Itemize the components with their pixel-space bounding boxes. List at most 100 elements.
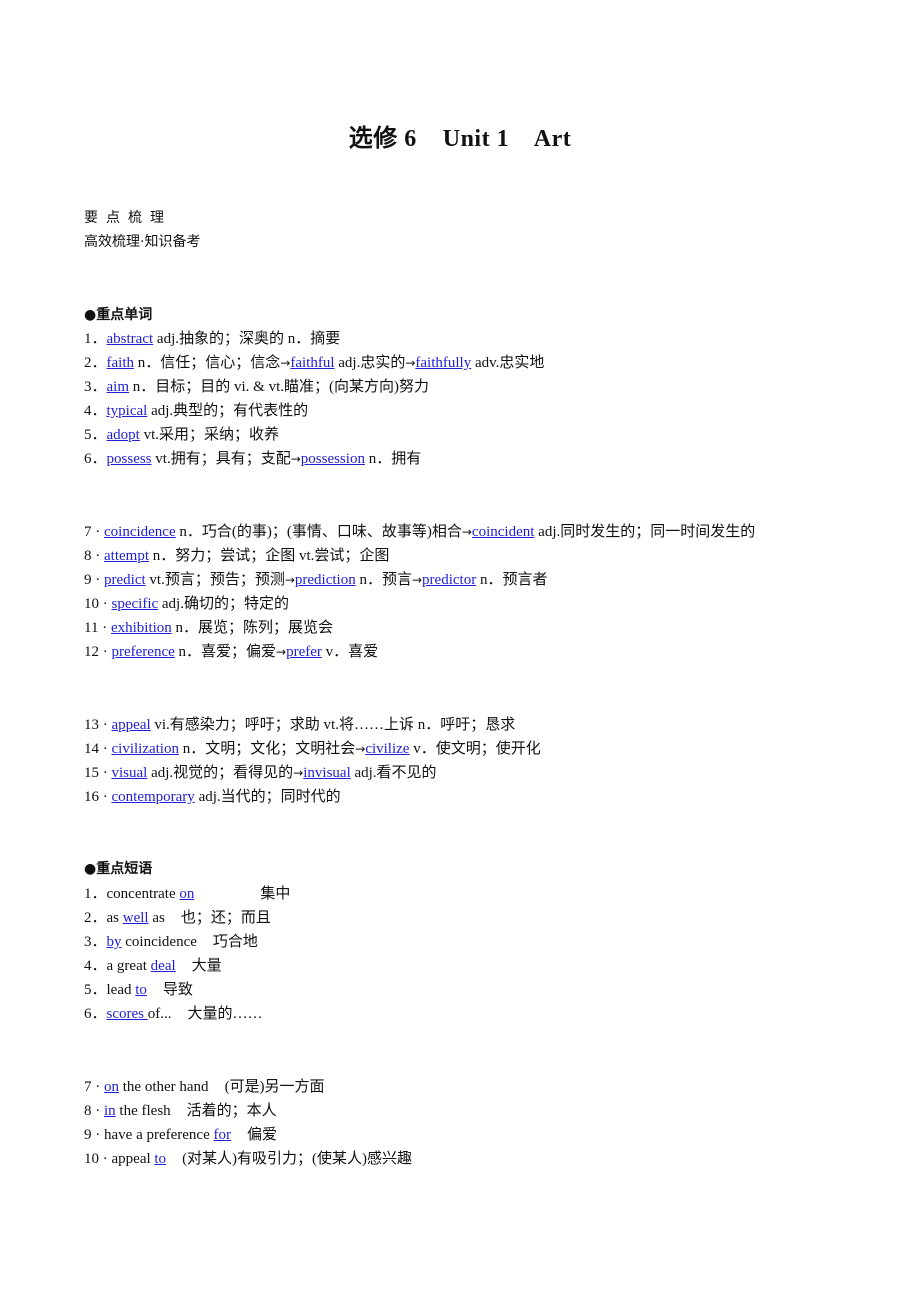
derived-word-link[interactable]: predictor [422, 572, 476, 588]
phrase-text: of... [147, 1006, 172, 1022]
phrase-blank-link[interactable]: to [135, 982, 147, 998]
phrase-meaning: 导致 [162, 982, 193, 998]
derived-word-definition: v．喜爱 [321, 644, 379, 660]
word-link[interactable]: typical [107, 403, 148, 419]
word-definition: n．巧合(的事)；(事情、口味、故事等)相合 [175, 524, 462, 540]
word-definition: n．展览；陈列；展览会 [171, 620, 334, 636]
entry-number: 7 · [84, 524, 104, 540]
phrase-entry: 1．concentrate on 集中 [84, 882, 290, 906]
subheading-left: 高效梳理 [84, 234, 140, 250]
phrase-entry: 7 · on the other hand (可是)另一方面 [84, 1075, 325, 1099]
section-subheading: 高效梳理·知识备考 [84, 230, 200, 254]
word-link[interactable]: possess [107, 451, 152, 467]
phrase-meaning: 活着的；本人 [186, 1103, 277, 1119]
entry-number: 16 · [84, 789, 112, 805]
phrase-text: the other hand [119, 1079, 209, 1095]
arrow-icon: → [276, 645, 287, 659]
phrase-entry: 9 · have a preference for 偏爱 [84, 1123, 277, 1147]
word-definition: adj.确切的；特定的 [158, 596, 289, 612]
phrase-entry: 2．as well as 也；还；而且 [84, 906, 271, 930]
word-link[interactable]: exhibition [111, 620, 172, 636]
word-entry: 14 · civilization n．文明；文化；文明社会→civilize … [84, 737, 541, 761]
page-title: 选修 6 Unit 1 Art [348, 126, 572, 152]
word-definition: n．喜爱；偏爱 [174, 644, 277, 660]
derived-word-link[interactable]: possession [301, 451, 365, 467]
derived-word-link[interactable]: coincident [472, 524, 534, 540]
word-entry: 11 · exhibition n．展览；陈列；展览会 [84, 616, 333, 640]
entry-number: 7 · [84, 1079, 104, 1095]
phrase-entry: 6．scores of... 大量的…… [84, 1002, 263, 1026]
phrase-blank-link[interactable]: on [179, 886, 194, 902]
derived-word-link[interactable]: faithful [290, 355, 334, 371]
derived-word-link[interactable]: prediction [295, 572, 356, 588]
phrase-meaning: (可是)另一方面 [224, 1079, 325, 1095]
word-link[interactable]: appeal [112, 717, 151, 733]
phrase-blank-link[interactable]: in [104, 1103, 116, 1119]
word-entry: 7 · coincidence n．巧合(的事)；(事情、口味、故事等)相合→c… [84, 520, 755, 544]
phrase-blank-link[interactable]: by [107, 934, 122, 950]
word-link[interactable]: adopt [107, 427, 140, 443]
phrase-meaning: (对某人)有吸引力；(使某人)感兴趣 [182, 1151, 413, 1167]
word-definition: adj.视觉的；看得见的 [147, 765, 294, 781]
word-link[interactable]: aim [107, 379, 130, 395]
entry-number: 3． [84, 934, 107, 950]
word-link[interactable]: faith [107, 355, 135, 371]
word-link[interactable]: specific [112, 596, 159, 612]
arrow-icon: → [290, 452, 301, 466]
phrase-blank-link[interactable]: scores [107, 1006, 148, 1022]
entry-number: 6． [84, 1006, 107, 1022]
phrase-meaning: 集中 [260, 886, 291, 902]
phrase-blank-link[interactable]: to [154, 1151, 166, 1167]
phrase-text: as [148, 910, 165, 926]
derived-word-link[interactable]: invisual [303, 765, 351, 781]
entry-number: 8 · [84, 1103, 104, 1119]
word-link[interactable]: visual [112, 765, 148, 781]
derived-word-link[interactable]: prefer [286, 644, 322, 660]
word-entry: 9 · predict vt.预言；预告；预测→prediction n．预言→… [84, 568, 547, 592]
phrase-text: a great [106, 958, 151, 974]
word-entry: 5．adopt vt.采用；采纳；收养 [84, 423, 279, 447]
word-entry: 13 · appeal vi.有感染力；呼吁；求助 vt.将……上诉 n．呼吁；… [84, 713, 515, 737]
entry-number: 15 · [84, 765, 112, 781]
phrase-meaning: 大量 [191, 958, 222, 974]
phrase-text: lead [106, 982, 136, 998]
derived-word-definition: adv.忠实地 [471, 355, 545, 371]
word-definition: n．目标；目的 vi. & vt.瞄准；(向某方向)努力 [129, 379, 430, 395]
subheading-right: 知识备考 [144, 234, 201, 250]
word-link[interactable]: contemporary [112, 789, 195, 805]
word-link[interactable]: abstract [107, 331, 154, 347]
phrase-blank-link[interactable]: deal [151, 958, 176, 974]
word-link[interactable]: coincidence [104, 524, 176, 540]
derived-word-definition: adj.忠实的 [334, 355, 406, 371]
entry-number: 5． [84, 982, 107, 998]
derived-word-definition: n．预言者 [476, 572, 548, 588]
word-link[interactable]: civilization [112, 741, 179, 757]
word-entry: 8 · attempt n．努力；尝试；企图 vt.尝试；企图 [84, 544, 389, 568]
word-definition: vt.采用；采纳；收养 [139, 427, 280, 443]
phrase-blank-link[interactable]: well [123, 910, 149, 926]
word-definition: n．信任；信心；信念 [134, 355, 281, 371]
derived-word-link[interactable]: civilize [365, 741, 409, 757]
entry-number: 10 · [84, 596, 112, 612]
entry-number: 1． [84, 331, 107, 347]
arrow-icon: → [284, 573, 295, 587]
arrow-icon: → [405, 356, 416, 370]
entry-number: 10 · [84, 1151, 112, 1167]
phrase-entry: 8 · in the flesh 活着的；本人 [84, 1099, 277, 1123]
entry-number: 8 · [84, 548, 104, 564]
entry-number: 6． [84, 451, 107, 467]
phrase-meaning: 偏爱 [247, 1127, 278, 1143]
word-link[interactable]: attempt [104, 548, 149, 564]
word-definition: n．文明；文化；文明社会 [178, 741, 356, 757]
word-link[interactable]: preference [112, 644, 175, 660]
derived-word-link[interactable]: faithfully [415, 355, 471, 371]
derived-word-definition: n．拥有 [364, 451, 422, 467]
word-link[interactable]: predict [104, 572, 146, 588]
entry-number: 9 · [84, 1127, 104, 1143]
word-entry: 10 · specific adj.确切的；特定的 [84, 592, 289, 616]
arrow-icon: → [411, 573, 423, 587]
phrase-text: appeal [111, 1151, 155, 1167]
phrase-blank-link[interactable]: on [104, 1079, 119, 1095]
phrase-text: concentrate [106, 886, 180, 902]
phrase-blank-link[interactable]: for [214, 1127, 232, 1143]
